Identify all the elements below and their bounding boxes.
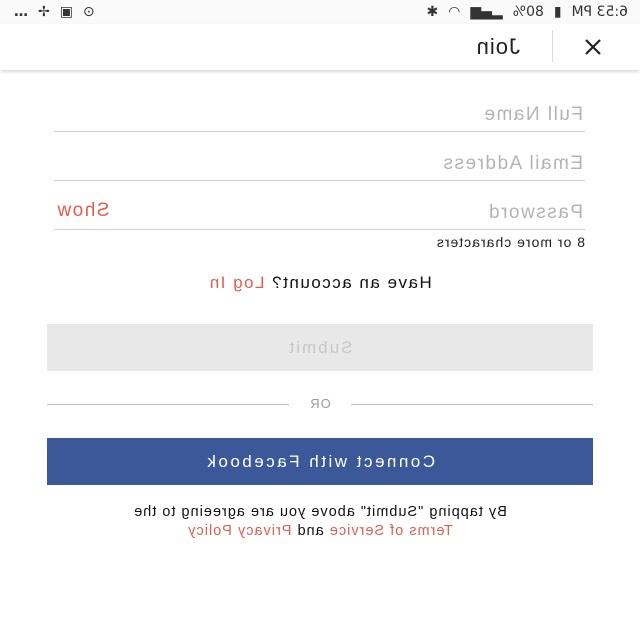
password-input[interactable] (54, 196, 585, 229)
status-bar: 6:53 PM ▮ 80% ▂▄▆ ◠ ✱ ⊙ ▣ ✢ … (0, 0, 640, 24)
header-divider (552, 30, 553, 62)
or-divider: OR (47, 394, 593, 414)
terms-line-1: By tapping "Submit" above you are agreei… (133, 504, 507, 520)
facebook-connect-button[interactable]: Connect with Facebook (47, 438, 593, 485)
full-name-field (54, 98, 585, 132)
show-password-button[interactable]: Show (56, 200, 110, 222)
status-right: ⊙ ▣ ✢ … (12, 4, 95, 20)
sync-icon: ⊙ (82, 4, 95, 20)
or-line-right (47, 404, 289, 405)
battery-icon: ▮ (553, 4, 562, 20)
full-name-input[interactable] (54, 98, 585, 131)
close-icon (585, 39, 601, 55)
password-field: Show (54, 196, 585, 230)
login-prompt-text: Have an account? (270, 273, 432, 292)
password-hint: 8 or more characters (435, 234, 585, 250)
status-left: 6:53 PM ▮ 80% ▂▄▆ ◠ ✱ (426, 4, 628, 20)
terms-and: and (296, 523, 324, 539)
clock: 6:53 PM (571, 4, 628, 20)
terms-of-service-link[interactable]: Terms of Service (329, 523, 453, 539)
page-title: Join (475, 34, 520, 59)
wifi-icon: ◠ (448, 4, 461, 20)
login-prompt: Have an account? Log In (0, 273, 640, 293)
email-input[interactable] (54, 147, 585, 180)
screen: 6:53 PM ▮ 80% ▂▄▆ ◠ ✱ ⊙ ▣ ✢ … Join Full … (0, 0, 640, 640)
battery-level: 80% (512, 4, 544, 20)
email-field (54, 147, 585, 181)
submit-button[interactable]: Submit (47, 324, 593, 371)
close-button[interactable] (576, 30, 610, 64)
notification-icon: ▣ (59, 4, 73, 20)
app-header: Join (0, 24, 640, 70)
privacy-policy-link[interactable]: Privacy Policy (187, 523, 291, 539)
signal-icon: ▂▄▆ (470, 4, 503, 20)
fan-icon: ✢ (38, 4, 50, 20)
bluetooth-icon: ✱ (426, 4, 439, 20)
more-notifications-icon: … (12, 4, 28, 20)
terms-line-2: Terms of Service and Privacy Policy (0, 522, 640, 541)
login-link[interactable]: Log In (208, 273, 264, 292)
terms-notice: By tapping "Submit" above you are agreei… (0, 503, 640, 541)
